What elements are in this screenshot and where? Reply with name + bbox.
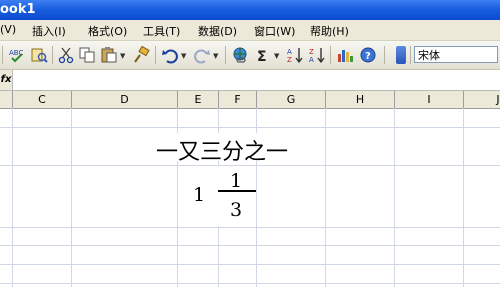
toolbar-separator [410, 46, 411, 64]
gridline [0, 227, 500, 228]
menu-insert[interactable]: 插入(I) [32, 23, 66, 39]
column-header-i[interactable]: I [395, 91, 463, 108]
cut-icon[interactable] [57, 46, 75, 64]
undo-dropdown-arrow[interactable]: ▼ [181, 52, 186, 60]
gridline [0, 283, 500, 284]
column-header-g[interactable]: G [257, 91, 325, 108]
menu-window[interactable]: 窗口(W) [254, 23, 295, 39]
menu-help[interactable]: 帮助(H) [310, 23, 349, 39]
window-title: ook1 [0, 2, 36, 17]
chart-wizard-icon[interactable] [336, 46, 354, 64]
toolbar-separator [52, 46, 53, 64]
toolbar-separator [155, 46, 156, 64]
toolbar-separator [330, 46, 331, 64]
redo-icon[interactable] [193, 46, 211, 64]
svg-text:Σ: Σ [257, 49, 267, 64]
column-header-f[interactable]: F [219, 91, 256, 108]
formula-bar[interactable] [0, 70, 500, 91]
denominator-cell[interactable]: 3 [230, 199, 242, 221]
column-header-e[interactable]: E [178, 91, 218, 108]
column-divider [256, 91, 257, 108]
column-divider [463, 91, 464, 108]
fraction-cell-bg [180, 166, 256, 226]
toolbar-separator [225, 46, 226, 64]
svg-text:Z: Z [287, 56, 292, 64]
fx-icon[interactable]: fx [0, 70, 13, 90]
copy-icon[interactable] [78, 46, 96, 64]
toolbar-separator [2, 46, 3, 64]
sort-descending-icon[interactable]: ZA [308, 46, 326, 64]
column-header-h[interactable]: H [326, 91, 394, 108]
fraction-bar [218, 190, 256, 192]
gridline [0, 127, 500, 128]
column-divider [71, 91, 72, 108]
title-bar: ook1 [0, 0, 500, 20]
toolbar-options-icon[interactable] [396, 46, 406, 64]
research-icon[interactable] [30, 46, 48, 64]
column-header-d[interactable]: D [72, 91, 177, 108]
toolbar-separator [384, 46, 385, 64]
gridline [325, 108, 326, 287]
gridline [394, 108, 395, 287]
undo-icon[interactable] [161, 46, 179, 64]
menu-view[interactable]: (V) [0, 23, 16, 36]
autosum-dropdown-arrow[interactable]: ▼ [274, 52, 279, 60]
column-divider [394, 91, 395, 108]
svg-text:A: A [309, 56, 314, 64]
svg-text:?: ? [365, 51, 371, 62]
help-icon[interactable]: ? [359, 46, 377, 64]
gridline [71, 108, 72, 287]
spelling-icon[interactable]: ABC [8, 46, 26, 64]
column-divider [12, 91, 13, 108]
menu-tools[interactable]: 工具(T) [143, 23, 180, 39]
format-painter-icon[interactable] [132, 46, 150, 64]
gridline [0, 264, 500, 265]
heading-cell-text: 一又三分之一 [156, 140, 289, 165]
numerator-cell[interactable]: 1 [230, 170, 242, 192]
whole-number-cell[interactable]: 1 [193, 184, 205, 206]
column-header-c[interactable]: C [13, 91, 71, 108]
gridline [463, 108, 464, 287]
gridline [12, 108, 13, 287]
column-divider [218, 91, 219, 108]
font-name-box[interactable]: 宋体 [414, 46, 498, 63]
redo-dropdown-arrow[interactable]: ▼ [213, 52, 218, 60]
svg-text:Z: Z [309, 48, 314, 56]
paste-dropdown-arrow[interactable]: ▼ [120, 52, 125, 60]
sort-ascending-icon[interactable]: AZ [286, 46, 304, 64]
menu-data[interactable]: 数据(D) [198, 23, 237, 39]
paste-icon[interactable] [100, 46, 118, 64]
menu-bar: (V) 插入(I) 格式(O) 工具(T) 数据(D) 窗口(W) 帮助(H) [0, 20, 500, 41]
column-header-row: C D E F G H I J [0, 91, 500, 109]
hyperlink-icon[interactable] [231, 46, 249, 64]
svg-text:A: A [287, 48, 292, 56]
column-divider [325, 91, 326, 108]
menu-format[interactable]: 格式(O) [88, 23, 127, 39]
gridline [0, 245, 500, 246]
autosum-icon[interactable]: Σ [254, 46, 272, 64]
column-divider [177, 91, 178, 108]
column-header-j[interactable]: J [464, 91, 500, 108]
